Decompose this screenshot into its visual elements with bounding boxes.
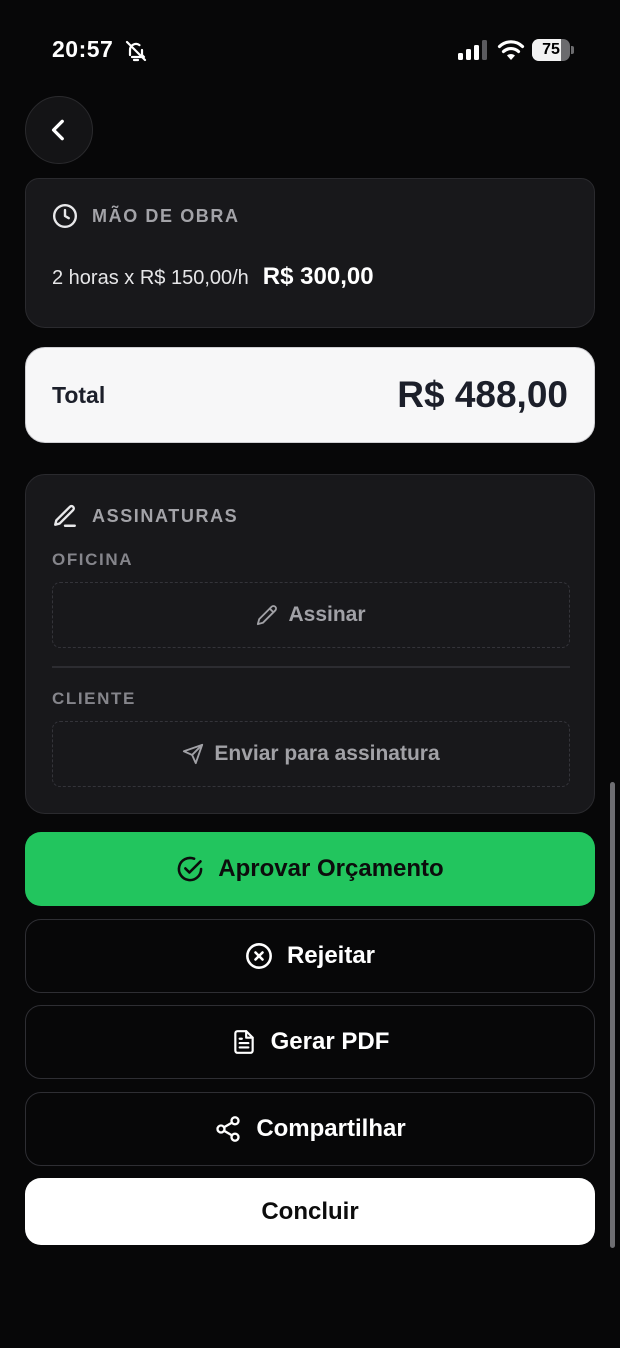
client-label: CLIENTE <box>52 689 136 708</box>
budget-screen: 20:57 75 MÃO DE OBRA 2 horas x R$ 150,00… <box>0 0 620 1348</box>
clock-icon <box>52 203 78 229</box>
chevron-left-icon <box>51 119 64 141</box>
signatures-title: ASSINATURAS <box>92 505 239 526</box>
wifi-icon <box>497 40 525 60</box>
share-label: Compartilhar <box>256 1115 406 1142</box>
labor-amount: R$ 300,00 <box>262 263 374 290</box>
signatures-card: ASSINATURAS OFICINA Assinar CLIENTE Envi… <box>25 474 595 814</box>
send-icon <box>183 743 204 765</box>
scrollbar[interactable] <box>610 782 615 1248</box>
reject-button[interactable]: Rejeitar <box>25 919 595 993</box>
conclude-label: Concluir <box>261 1197 359 1225</box>
total-value: R$ 488,00 <box>397 374 568 415</box>
sign-workshop-label: Assinar <box>288 603 366 626</box>
battery-icon: 75 <box>532 39 574 61</box>
pen-icon <box>54 505 76 527</box>
file-text-icon <box>233 1030 254 1054</box>
check-circle-icon <box>177 856 203 882</box>
signal-icon <box>458 40 487 60</box>
labor-description: 2 horas x R$ 150,00/h <box>52 267 249 289</box>
send-for-signature-button[interactable]: Enviar para assinatura <box>52 721 570 787</box>
share-button[interactable]: Compartilhar <box>25 1092 595 1166</box>
pencil-icon <box>257 605 278 626</box>
share-icon <box>216 1116 240 1142</box>
sign-workshop-button[interactable]: Assinar <box>52 582 570 648</box>
labor-row: 2 horas x R$ 150,00/h R$ 300,00 <box>52 263 374 291</box>
battery-level: 75 <box>542 41 560 58</box>
workshop-label: OFICINA <box>52 550 134 569</box>
approve-label: Aprovar Orçamento <box>218 855 444 882</box>
back-button[interactable] <box>25 96 93 164</box>
total-label: Total <box>52 382 106 408</box>
signatures-divider <box>52 666 570 668</box>
approve-button[interactable]: Aprovar Orçamento <box>25 832 595 906</box>
signatures-header: ASSINATURAS <box>52 503 238 529</box>
bell-slash-icon <box>125 40 147 62</box>
send-for-signature-label: Enviar para assinatura <box>214 742 440 765</box>
total-card: Total R$ 488,00 <box>25 347 595 443</box>
x-circle-icon <box>246 943 272 969</box>
generate-pdf-label: Gerar PDF <box>270 1028 390 1055</box>
labor-header: MÃO DE OBRA <box>52 203 240 229</box>
conclude-button[interactable]: Concluir <box>25 1178 595 1245</box>
labor-card: MÃO DE OBRA 2 horas x R$ 150,00/h R$ 300… <box>25 178 595 328</box>
generate-pdf-button[interactable]: Gerar PDF <box>25 1005 595 1079</box>
reject-label: Rejeitar <box>286 942 376 969</box>
status-time: 20:57 <box>52 36 114 62</box>
labor-title: MÃO DE OBRA <box>92 205 240 226</box>
